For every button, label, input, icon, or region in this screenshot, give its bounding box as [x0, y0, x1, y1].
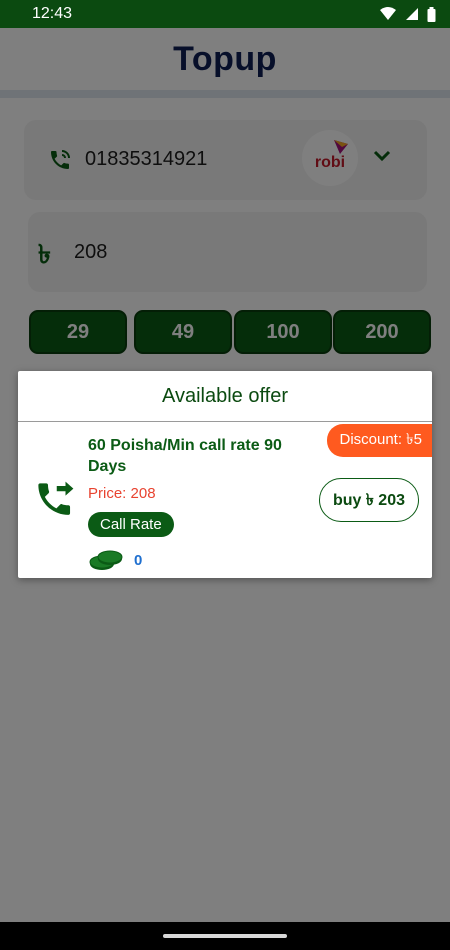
discount-badge: Discount: ৳5: [327, 424, 432, 457]
home-gesture-handle[interactable]: [163, 934, 287, 938]
buy-button[interactable]: buy ৳ 203: [319, 478, 419, 522]
offer-category-tag: Call Rate: [88, 512, 174, 537]
status-icons: [379, 6, 436, 22]
coins-count: 0: [134, 552, 143, 569]
wifi-icon: [380, 7, 396, 20]
battery-icon: [427, 6, 436, 22]
status-time: 12:43: [32, 5, 73, 22]
offer-price: Price: 208: [88, 485, 156, 502]
offer-dialog: Available offer Discount: ৳5 60 Poisha/M…: [18, 371, 432, 578]
signal-icon: [406, 8, 418, 20]
offer-name: 60 Poisha/Min call rate 90 Days: [88, 437, 282, 475]
navigation-bar: [0, 922, 450, 950]
status-bar: 12:43: [0, 0, 450, 28]
dialog-title: Available offer: [18, 371, 432, 422]
call-forward-icon: [38, 481, 74, 515]
coins-icon: [89, 550, 123, 570]
